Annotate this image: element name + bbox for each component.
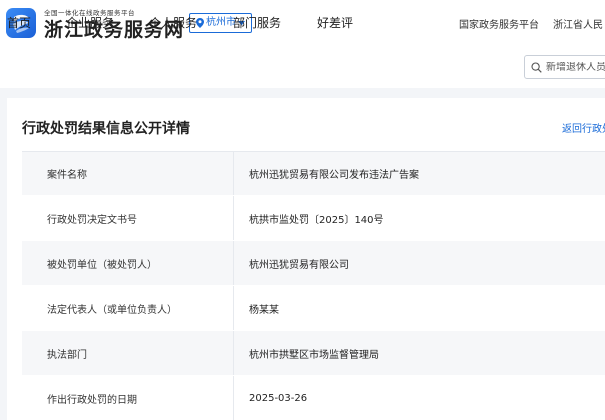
- row-value: 杭州市拱墅区市场监督管理局: [234, 331, 605, 375]
- row-label: 行政处罚决定文书号: [22, 196, 234, 240]
- nav-item-rating[interactable]: 好差评: [317, 14, 353, 31]
- row-label: 案件名称: [22, 152, 234, 195]
- row-label: 执法部门: [22, 331, 234, 375]
- nav-item-enterprise[interactable]: 企业服务: [66, 14, 114, 31]
- table-row: 作出行政处罚的日期 2025-03-26: [22, 376, 605, 420]
- row-value: 杭拱市监处罚〔2025〕140号: [234, 196, 605, 240]
- row-value: 杭州迅犹贸易有限公司: [234, 241, 605, 285]
- row-label: 被处罚单位（被处罚人）: [22, 241, 234, 285]
- national-platform-link[interactable]: 国家政务服务平台: [459, 16, 539, 31]
- province-gov-link[interactable]: 浙江省人民: [553, 16, 603, 31]
- nav-item-department[interactable]: 部门服务: [233, 14, 281, 31]
- search-box[interactable]: [524, 55, 605, 79]
- row-value: 杨某某: [234, 286, 605, 330]
- table-row: 法定代表人（或单位负责人） 杨某某: [22, 286, 605, 331]
- nav-item-home[interactable]: 首页: [7, 14, 31, 31]
- main-nav: [0, 46, 605, 88]
- page-title: 行政处罚结果信息公开详情: [22, 121, 190, 137]
- nav-item-personal[interactable]: 个人服务: [149, 14, 197, 31]
- row-label: 法定代表人（或单位负责人）: [22, 286, 234, 330]
- back-link[interactable]: 返回行政处: [562, 120, 605, 135]
- detail-table: 案件名称 杭州迅犹贸易有限公司发布违法广告案 行政处罚决定文书号 杭拱市监处罚〔…: [22, 151, 605, 420]
- row-value: 杭州迅犹贸易有限公司发布违法广告案: [234, 152, 605, 195]
- table-row: 被处罚单位（被处罚人） 杭州迅犹贸易有限公司: [22, 241, 605, 286]
- location-pin-icon: [196, 18, 204, 28]
- table-row: 行政处罚决定文书号 杭拱市监处罚〔2025〕140号: [22, 196, 605, 241]
- city-label: 杭州市: [206, 17, 236, 28]
- search-icon[interactable]: [531, 58, 542, 77]
- search-input[interactable]: [546, 61, 605, 73]
- row-label: 作出行政处罚的日期: [22, 376, 234, 420]
- table-row: 执法部门 杭州市拱墅区市场监督管理局: [22, 331, 605, 376]
- table-row: 案件名称 杭州迅犹贸易有限公司发布违法广告案: [22, 151, 605, 196]
- row-value: 2025-03-26: [234, 376, 605, 420]
